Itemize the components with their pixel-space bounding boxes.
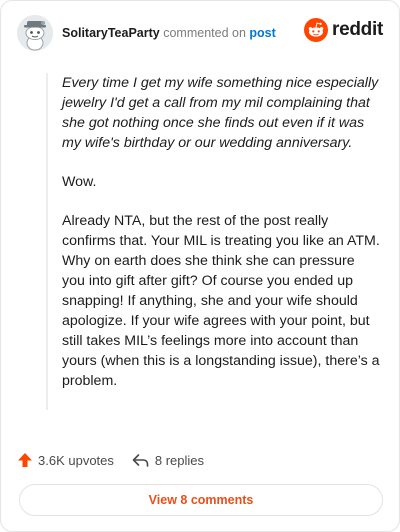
- snoo-avatar-icon[interactable]: [17, 15, 53, 51]
- reply-count: 8 replies: [154, 452, 205, 468]
- upvote-count: 3.6K upvotes: [38, 452, 114, 468]
- reply-button[interactable]: 8 replies: [132, 453, 204, 468]
- comment-footer: 3.6K upvotes 8 replies: [17, 449, 204, 471]
- comment-body: Every time I get my wife something nice …: [46, 73, 381, 410]
- comment-paragraph: Already NTA, but the rest of the post re…: [62, 213, 380, 389]
- reddit-wordmark: reddit: [332, 19, 383, 40]
- comment-header: SolitaryTeaParty commented on post reddi…: [17, 15, 383, 51]
- reddit-logo[interactable]: reddit: [304, 18, 383, 42]
- upvote-arrow-icon: [18, 453, 32, 467]
- comment-card: SolitaryTeaParty commented on post reddi…: [0, 0, 400, 532]
- reply-arrow-icon: [132, 453, 149, 467]
- reddit-logo-icon: [304, 18, 329, 42]
- view-comments-button[interactable]: View 8 comments: [19, 484, 383, 516]
- comment-paragraph: Wow.: [62, 174, 97, 190]
- post-link[interactable]: post: [249, 26, 275, 40]
- upvote-button[interactable]: 3.6K upvotes: [17, 452, 114, 468]
- commented-text: commented on: [163, 26, 246, 40]
- username-link[interactable]: SolitaryTeaParty: [62, 26, 160, 40]
- comment-meta: SolitaryTeaParty commented on post: [62, 26, 276, 40]
- quoted-text: Every time I get my wife something nice …: [62, 75, 379, 151]
